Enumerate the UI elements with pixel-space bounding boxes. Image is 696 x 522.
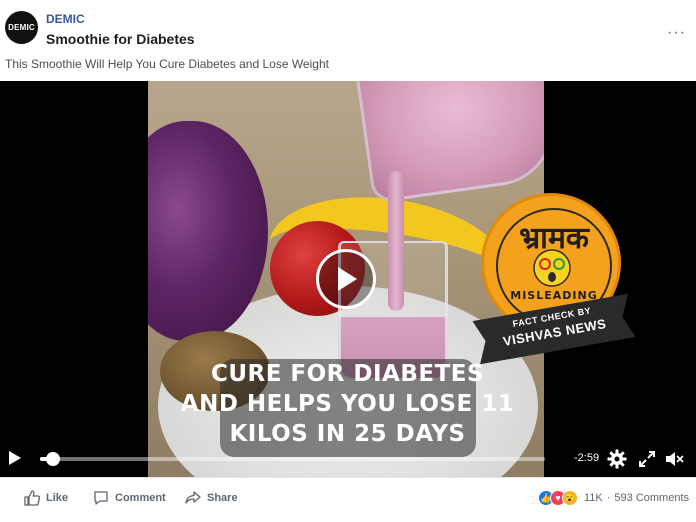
dizzy-face-icon (533, 249, 571, 287)
settings-gear-icon[interactable] (607, 449, 627, 469)
smoothie-pour-image (388, 171, 404, 311)
seek-handle[interactable] (45, 452, 60, 466)
comment-label: Comment (115, 492, 166, 504)
caption-line-2: AND HELPS YOU LOSE 11 (180, 391, 515, 417)
seek-bar[interactable] (40, 457, 545, 461)
reaction-counts: 11K · 593 Comments (584, 492, 689, 504)
comment-button[interactable]: Comment (93, 490, 166, 506)
center-play-button[interactable] (316, 249, 376, 309)
play-icon[interactable] (6, 450, 22, 466)
video-caption: CURE FOR DIABETES AND HELPS YOU LOSE 11 … (175, 359, 520, 449)
comment-count[interactable]: 593 Comments (614, 492, 689, 504)
post-actions: Like Comment Share 👍 ♥ 😮 11K · 593 Comme… (0, 478, 696, 522)
page-name-link[interactable]: DEMIC (46, 12, 85, 26)
like-button[interactable]: Like (24, 490, 68, 506)
comment-bubble-icon (94, 491, 108, 505)
post-title: Smoothie for Diabetes (46, 31, 195, 47)
blender-image (354, 81, 544, 204)
reaction-count[interactable]: 11K (584, 492, 603, 504)
caption-line-1: CURE FOR DIABETES (210, 361, 485, 387)
count-separator: · (606, 492, 611, 504)
share-button[interactable]: Share (185, 490, 238, 506)
play-icon (338, 267, 357, 291)
share-arrow-icon (185, 491, 201, 504)
page-avatar[interactable]: DEMIC (5, 11, 38, 44)
video-controls: -2:59 (0, 441, 696, 477)
fact-check-badge: भ्रामक MISLEADING FACT CHECK BY VISHVAS … (481, 193, 627, 363)
wow-reaction-icon: 😮 (561, 490, 578, 506)
more-options-button[interactable]: ··· (667, 25, 686, 41)
volume-muted-icon[interactable] (664, 449, 684, 469)
like-label: Like (46, 492, 69, 504)
thumbs-up-icon (24, 490, 40, 506)
share-label: Share (207, 492, 238, 504)
post-header: DEMIC DEMIC Smoothie for Diabetes ··· Th… (0, 0, 696, 80)
video-player[interactable]: CURE FOR DIABETES AND HELPS YOU LOSE 11 … (0, 81, 696, 477)
time-remaining: -2:59 (574, 452, 600, 464)
fullscreen-icon[interactable] (637, 449, 657, 469)
reactions-summary[interactable]: 👍 ♥ 😮 11K · 593 Comments (537, 490, 689, 506)
post-text: This Smoothie Will Help You Cure Diabete… (5, 57, 329, 71)
